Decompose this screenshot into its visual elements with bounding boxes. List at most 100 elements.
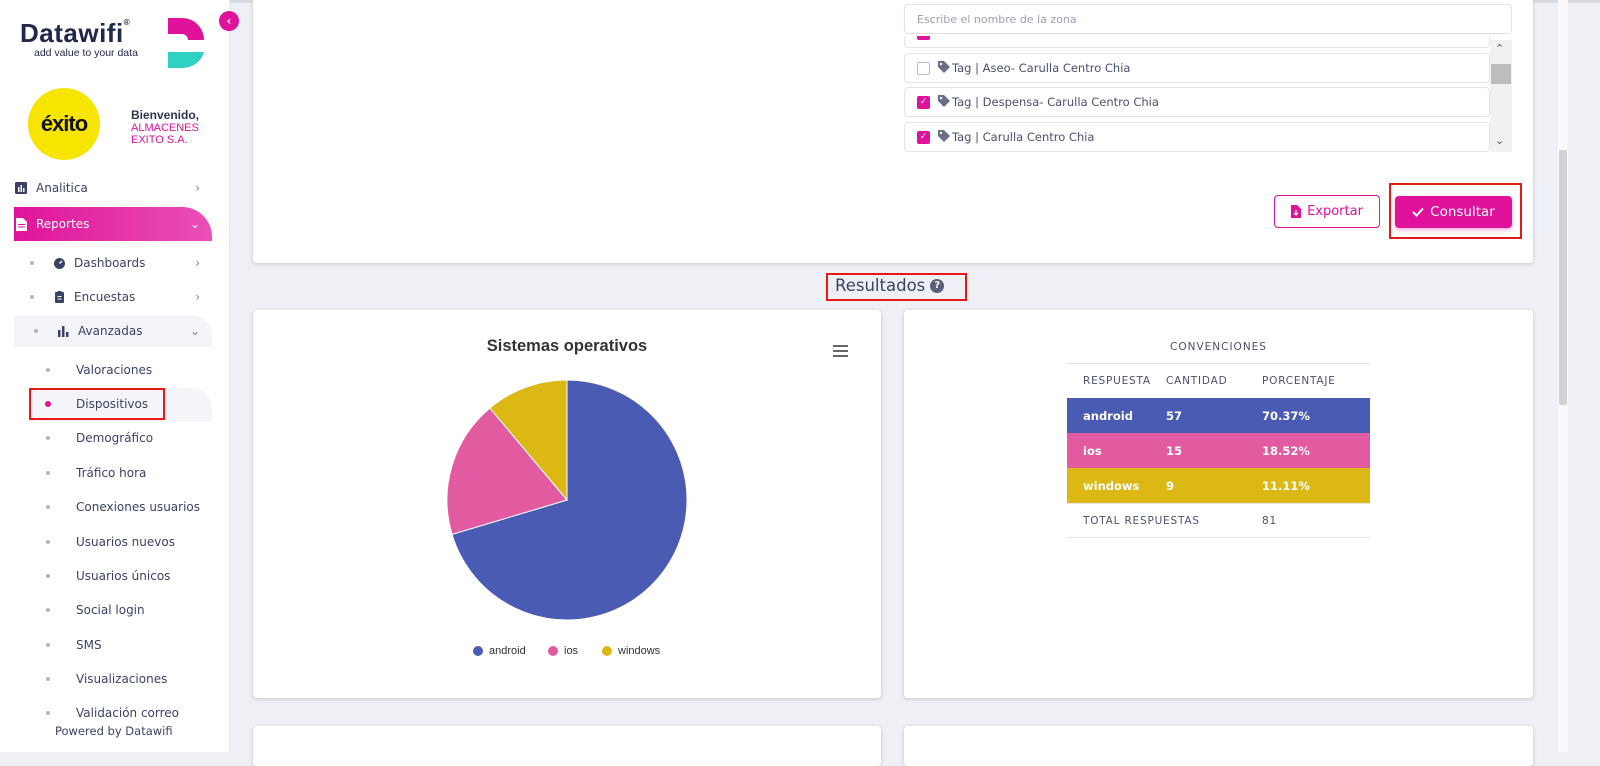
sidebar-subitem-trafico-hora[interactable]: Tráfico hora: [46, 463, 146, 483]
checkbox-checked[interactable]: ✓: [917, 95, 930, 109]
zone-item[interactable]: ✓: [904, 36, 1490, 48]
chevron-down-icon: ⌄: [189, 217, 200, 231]
sidebar-item-label: Dashboards: [74, 256, 146, 270]
collapse-sidebar-button[interactable]: ‹: [219, 11, 239, 31]
highlight-box: [826, 273, 967, 301]
bullet-icon: [34, 329, 38, 333]
zone-search-placeholder: Escribe el nombre de la zona: [917, 12, 1077, 26]
menu-icon[interactable]: [833, 345, 848, 360]
tag-icon: [938, 94, 950, 110]
brand-d-icon: [168, 18, 204, 68]
sidebar-item-label: Encuestas: [74, 290, 136, 304]
page-scrollbar[interactable]: [1558, 0, 1568, 752]
sidebar-subitem-social-login[interactable]: Social login: [46, 600, 145, 620]
registered-mark: ®: [123, 18, 131, 27]
cell-percent: 18.52%: [1262, 443, 1310, 458]
bullet-icon: [46, 574, 50, 578]
legend-label: windows: [618, 645, 661, 657]
bar-chart-icon: [56, 324, 70, 338]
chevron-right-icon: ›: [195, 290, 200, 304]
sidebar-subitem-valoraciones[interactable]: Valoraciones: [46, 360, 152, 380]
checkbox-checked[interactable]: ✓: [917, 36, 930, 40]
table-header-row: RESPUESTA CANTIDAD PORCENTAJE: [1067, 363, 1370, 398]
powered-by-footer: Powered by Datawifi: [55, 724, 173, 738]
legend-dot: [548, 646, 558, 656]
zone-item[interactable]: ✓ Tag | Carulla Centro Chia: [904, 122, 1490, 152]
legend-item-android[interactable]: android: [473, 645, 526, 657]
sidebar-subitem-usuarios-nuevos[interactable]: Usuarios nuevos: [46, 532, 175, 552]
company-name: ALMACENES EXITO S.A.: [131, 122, 199, 146]
file-export-icon: [1291, 205, 1302, 218]
table-row: ios 15 18.52%: [1067, 433, 1370, 468]
chevron-down-icon: ⌄: [189, 324, 200, 338]
sidebar-item-encuestas[interactable]: Encuestas ›: [30, 281, 212, 313]
scrollbar-thumb[interactable]: [1491, 64, 1511, 84]
header-porcentaje: PORCENTAJE: [1262, 375, 1336, 387]
sidebar-item-label: Reportes: [36, 217, 90, 231]
cell-count: 9: [1166, 478, 1175, 493]
legend-label: ios: [564, 645, 579, 657]
cell-percent: 11.11%: [1262, 478, 1310, 493]
bullet-icon: [46, 608, 50, 612]
header-respuesta: RESPUESTA: [1083, 375, 1151, 387]
sidebar-subitem-demografico[interactable]: Demográfico: [46, 428, 153, 448]
sidebar-subitem-label: Usuarios nuevos: [76, 535, 175, 549]
scroll-up-icon[interactable]: ⌃: [1495, 42, 1504, 55]
cell-count: 15: [1166, 443, 1183, 458]
zone-item-label: Tag | Aseo- Carulla Centro Chia: [952, 61, 1131, 75]
table-total-row: TOTAL RESPUESTAS 81: [1067, 503, 1370, 538]
sidebar-subitem-visualizaciones[interactable]: Visualizaciones: [46, 669, 167, 689]
user-avatar: éxito: [28, 88, 100, 160]
conventions-title: CONVENCIONES: [1170, 341, 1267, 353]
export-button[interactable]: Exportar: [1274, 195, 1380, 228]
tag-icon: [938, 60, 950, 76]
cell-percent: 70.37%: [1262, 408, 1310, 423]
total-label: TOTAL RESPUESTAS: [1083, 514, 1200, 527]
legend-item-ios[interactable]: ios: [548, 645, 578, 657]
clipboard-icon: [52, 290, 66, 304]
sidebar-subitem-label: Conexiones usuarios: [76, 500, 201, 514]
bullet-icon: [46, 505, 50, 509]
legend-dot: [473, 646, 483, 656]
legend-item-windows[interactable]: windows: [602, 645, 660, 657]
table-row: windows 9 11.11%: [1067, 468, 1370, 503]
bar-chart-icon: [14, 181, 28, 195]
brand-name: Datawifi: [20, 18, 124, 48]
chevron-right-icon: ›: [195, 256, 200, 270]
sidebar-item-analitica[interactable]: Analitica ›: [14, 172, 212, 204]
chevron-left-icon: ‹: [226, 14, 232, 28]
welcome-block: Bienvenido, ALMACENES EXITO S.A.: [131, 108, 211, 146]
document-icon: [14, 217, 28, 231]
sidebar-item-dashboards[interactable]: Dashboards ›: [30, 247, 212, 279]
brand-logo[interactable]: Datawifi® add value to your data: [20, 18, 138, 59]
chart-title: Sistemas operativos: [486, 337, 648, 355]
export-button-label: Exportar: [1307, 204, 1363, 219]
zone-search-input[interactable]: Escribe el nombre de la zona: [904, 4, 1512, 34]
zone-list: ✓ Tag | Aseo- Carulla Centro Chia ✓ Tag …: [904, 36, 1512, 152]
sidebar-subitem-sms[interactable]: SMS: [46, 635, 102, 655]
checkbox-checked[interactable]: ✓: [917, 130, 930, 144]
sidebar-subitem-label: Visualizaciones: [76, 672, 168, 686]
sidebar-subitem-label: SMS: [76, 638, 102, 652]
chevron-right-icon: ›: [195, 181, 200, 195]
zone-item[interactable]: ✓ Tag | Despensa- Carulla Centro Chia: [904, 87, 1490, 117]
sidebar-subitem-label: Demográfico: [76, 431, 154, 445]
sidebar-subitem-label: Valoraciones: [76, 363, 153, 377]
zone-item[interactable]: Tag | Aseo- Carulla Centro Chia: [904, 53, 1490, 83]
table-row: android 57 70.37%: [1067, 398, 1370, 433]
sidebar-item-avanzadas[interactable]: Avanzadas ⌄: [14, 315, 212, 347]
gauge-icon: [52, 256, 66, 270]
sidebar-subitem-label: Social login: [76, 603, 145, 617]
sidebar-subitem-validacion-correo[interactable]: Validación correo: [46, 703, 179, 723]
highlight-box: [1389, 183, 1522, 239]
checkbox-unchecked[interactable]: [917, 61, 930, 75]
scrollbar-thumb[interactable]: [1559, 150, 1567, 405]
scroll-down-icon[interactable]: ⌄: [1495, 134, 1504, 147]
chart-card-next: [253, 726, 881, 766]
zone-list-scrollbar[interactable]: ⌃ ⌄: [1490, 40, 1512, 152]
sidebar-subitem-usuarios-unicos[interactable]: Usuarios únicos: [46, 566, 170, 586]
cell-label: ios: [1083, 443, 1102, 458]
sidebar-subitem-conexiones-usuarios[interactable]: Conexiones usuarios: [46, 497, 200, 517]
sidebar-item-reportes[interactable]: Reportes ⌄: [14, 207, 212, 241]
welcome-text: Bienvenido,: [131, 108, 200, 122]
